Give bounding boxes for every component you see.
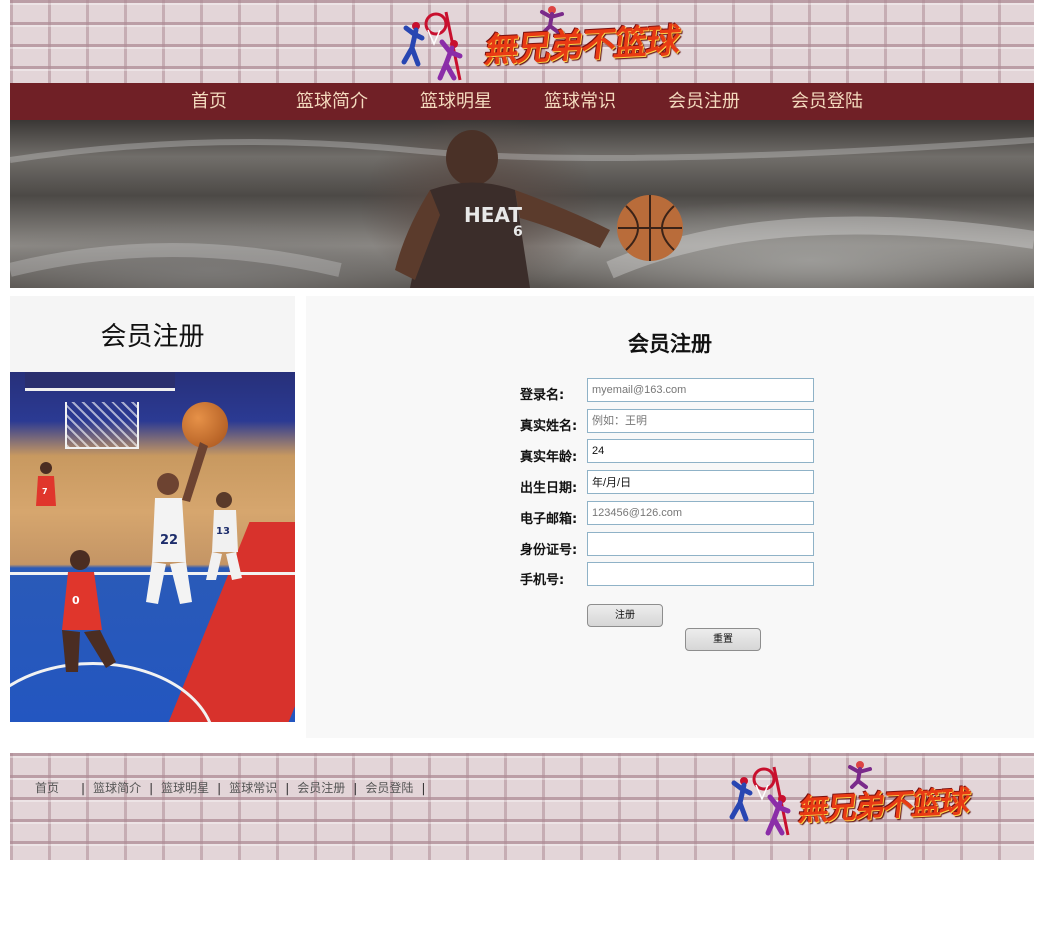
- label-birthdate: 出生日期:: [520, 481, 578, 496]
- site-header: 無兄弟不篮球: [10, 0, 1034, 83]
- phone-input[interactable]: [587, 562, 814, 586]
- player-number-7: 7: [42, 487, 48, 496]
- hero-banner: HEAT 6: [10, 120, 1034, 288]
- label-email: 电子邮箱:: [520, 512, 578, 527]
- footer-nav: 首页 | 篮球简介 | 篮球明星 | 篮球常识 | 会员注册 | 会员登陆 |: [35, 779, 433, 796]
- footer-link-register[interactable]: 会员注册: [297, 781, 345, 795]
- username-input[interactable]: [587, 378, 814, 402]
- age-input[interactable]: [587, 439, 814, 463]
- footer-link-intro[interactable]: 篮球简介: [93, 781, 141, 795]
- players-illustration: 22 13 0 7: [36, 442, 242, 672]
- footer-link-stars[interactable]: 篮球明星: [161, 781, 209, 795]
- main-nav: 首页 篮球简介 篮球明星 篮球常识 会员注册 会员登陆: [10, 83, 1034, 120]
- nav-item-basics[interactable]: 篮球常识: [544, 83, 616, 120]
- player-number-0: 0: [72, 594, 80, 607]
- footer-link-login[interactable]: 会员登陆: [365, 781, 413, 795]
- logo-text: 無兄弟不篮球: [482, 20, 681, 71]
- realname-input[interactable]: [587, 409, 814, 433]
- email-input[interactable]: [587, 501, 814, 525]
- nav-item-home[interactable]: 首页: [191, 83, 227, 120]
- form-title: 会员注册: [628, 332, 712, 356]
- footer-separator: |: [421, 781, 426, 795]
- player-number-13: 13: [216, 526, 230, 537]
- nav-item-intro[interactable]: 篮球简介: [296, 83, 368, 120]
- player-number-22: 22: [160, 533, 178, 548]
- footer-separator: |: [217, 781, 222, 795]
- site-logo[interactable]: 無兄弟不篮球: [382, 4, 682, 82]
- jersey-number: 6: [513, 224, 523, 240]
- footer-link-basics[interactable]: 篮球常识: [229, 781, 277, 795]
- footer-separator: |: [353, 781, 358, 795]
- footer-separator: |: [81, 781, 86, 795]
- nav-item-register[interactable]: 会员注册: [668, 83, 740, 120]
- site-footer: 首页 | 篮球简介 | 篮球明星 | 篮球常识 | 会员注册 | 会员登陆 | 無兄弟不篮球: [10, 753, 1034, 860]
- footer-link-home[interactable]: 首页: [35, 781, 59, 795]
- nav-item-stars[interactable]: 篮球明星: [420, 83, 492, 120]
- register-button[interactable]: 注册: [587, 604, 663, 627]
- label-username: 登录名:: [520, 388, 565, 403]
- basketball-players-icon: [401, 10, 546, 81]
- birthdate-input[interactable]: [587, 470, 814, 494]
- nav-item-login[interactable]: 会员登陆: [791, 83, 863, 120]
- label-phone: 手机号:: [520, 573, 565, 588]
- footer-logo[interactable]: 無兄弟不篮球: [710, 759, 1010, 837]
- sidebar: 会员注册 22 13 0 7: [10, 296, 295, 722]
- label-idcard: 身份证号:: [520, 543, 578, 558]
- label-realname: 真实姓名:: [520, 419, 578, 434]
- footer-logo-text: 無兄弟不篮球: [796, 784, 971, 829]
- banner-player-image: HEAT 6: [10, 130, 1034, 288]
- sidebar-basketball-photo: 22 13 0 7: [10, 372, 295, 722]
- reset-button[interactable]: 重置: [685, 628, 761, 651]
- footer-separator: |: [149, 781, 154, 795]
- idcard-input[interactable]: [587, 532, 814, 556]
- label-age: 真实年龄:: [520, 450, 578, 465]
- footer-separator: |: [285, 781, 290, 795]
- sidebar-title: 会员注册: [100, 322, 205, 352]
